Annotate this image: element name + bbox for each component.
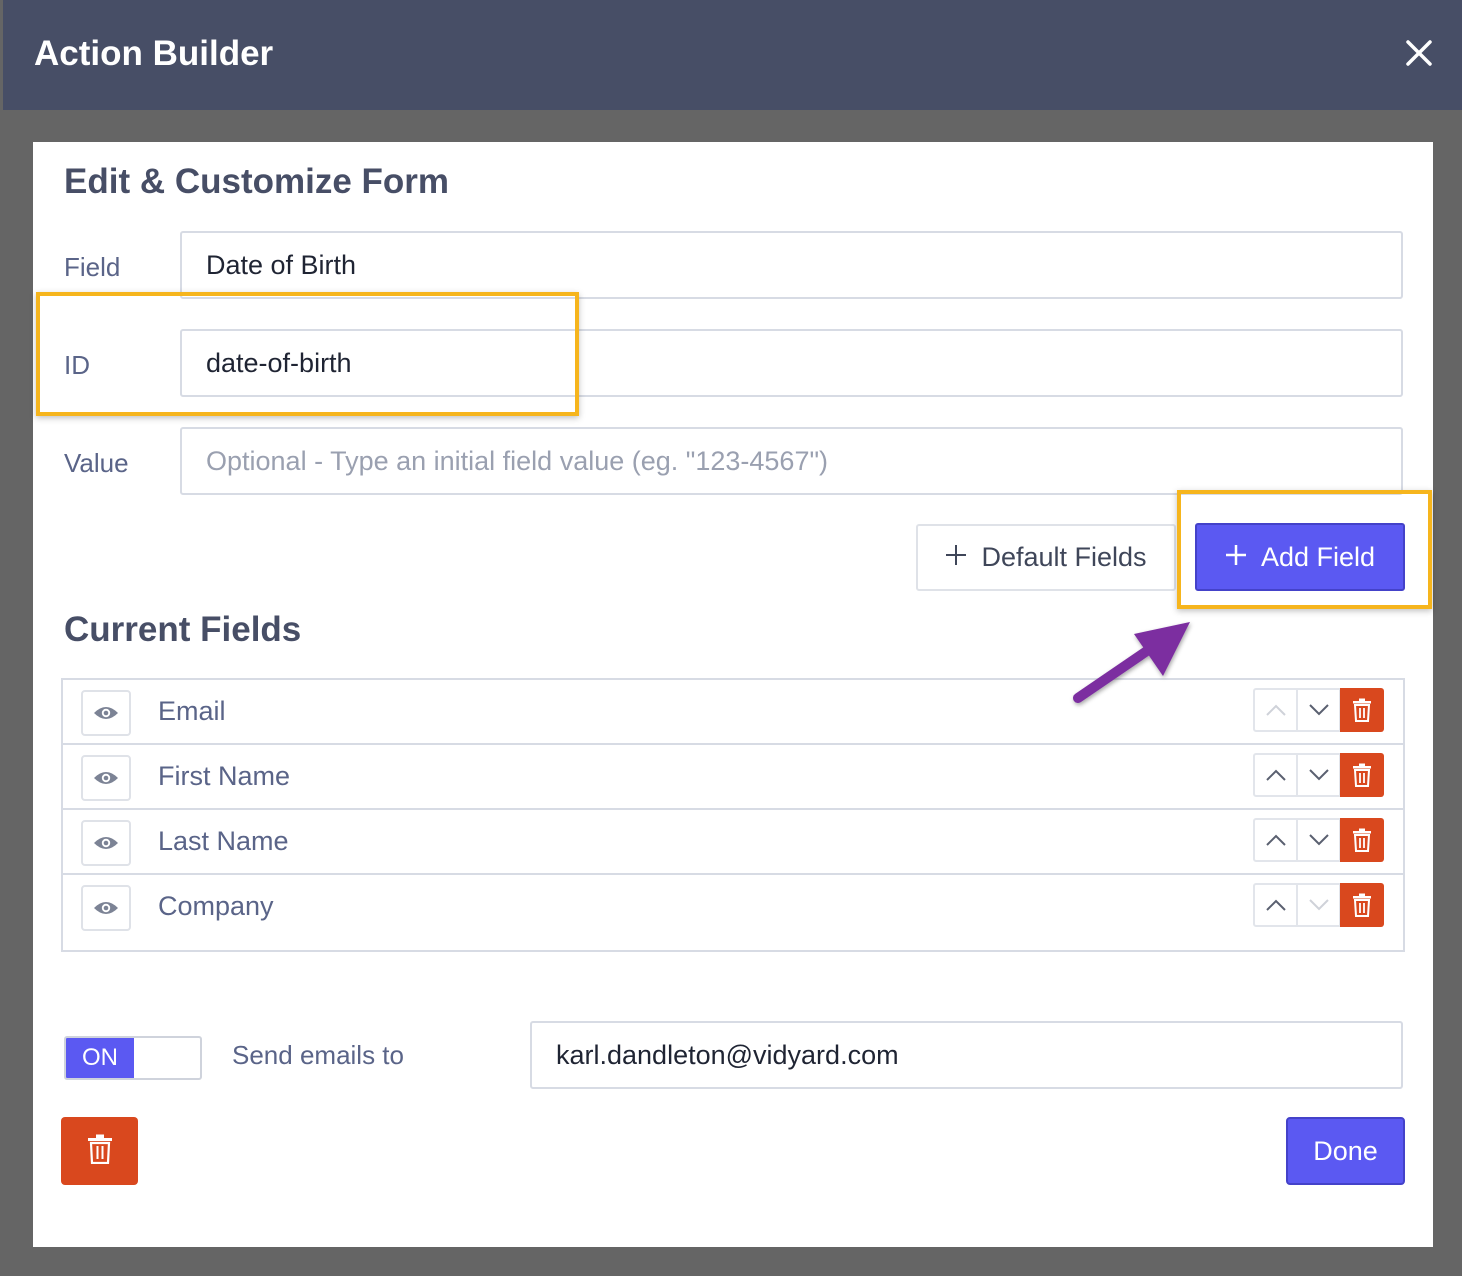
value-label: Value bbox=[64, 448, 129, 478]
eye-icon[interactable] bbox=[81, 690, 131, 736]
list-item: Company bbox=[63, 875, 1403, 950]
field-item-label: First Name bbox=[158, 761, 291, 791]
reorder-buttons bbox=[1253, 688, 1341, 732]
move-up-icon[interactable] bbox=[1255, 885, 1296, 925]
delete-action-button[interactable] bbox=[61, 1117, 138, 1185]
close-icon[interactable] bbox=[1399, 34, 1443, 74]
default-fields-button[interactable]: Default Fields bbox=[916, 524, 1176, 591]
list-item: Email bbox=[63, 680, 1403, 745]
field-item-label: Email bbox=[158, 696, 226, 726]
modal-title: Action Builder bbox=[34, 34, 274, 73]
move-down-icon[interactable] bbox=[1296, 690, 1339, 730]
list-item: Last Name bbox=[63, 810, 1403, 875]
default-fields-label: Default Fields bbox=[981, 542, 1147, 572]
move-up-icon[interactable] bbox=[1255, 820, 1296, 860]
id-label: ID bbox=[64, 350, 90, 380]
trash-icon[interactable] bbox=[1340, 753, 1384, 797]
field-label: Field bbox=[64, 252, 121, 282]
send-emails-label: Send emails to bbox=[232, 1040, 404, 1070]
email-input[interactable]: karl.dandleton@vidyard.com bbox=[530, 1021, 1403, 1089]
toggle-on-label: ON bbox=[66, 1038, 134, 1078]
trash-icon bbox=[87, 1134, 113, 1169]
plus-icon bbox=[945, 542, 967, 573]
trash-icon[interactable] bbox=[1340, 818, 1384, 862]
send-emails-toggle[interactable]: ON bbox=[64, 1036, 202, 1080]
current-fields-list: Email First Name Last Name Company bbox=[61, 678, 1405, 952]
reorder-buttons bbox=[1253, 753, 1341, 797]
field-item-label: Company bbox=[158, 891, 274, 921]
eye-icon[interactable] bbox=[81, 820, 131, 866]
reorder-buttons bbox=[1253, 883, 1341, 927]
value-input[interactable]: Optional - Type an initial field value (… bbox=[180, 427, 1403, 495]
add-field-button[interactable]: Add Field bbox=[1195, 523, 1405, 591]
plus-icon bbox=[1225, 542, 1247, 573]
done-button[interactable]: Done bbox=[1286, 1117, 1405, 1185]
trash-icon[interactable] bbox=[1340, 688, 1384, 732]
eye-icon[interactable] bbox=[81, 755, 131, 801]
form-panel: Edit & Customize Form Field Date of Birt… bbox=[33, 142, 1433, 1247]
list-item: First Name bbox=[63, 745, 1403, 810]
form-heading: Edit & Customize Form bbox=[64, 162, 450, 201]
eye-icon[interactable] bbox=[81, 885, 131, 931]
current-fields-heading: Current Fields bbox=[64, 610, 302, 649]
id-input[interactable]: date-of-birth bbox=[180, 329, 1403, 397]
modal-header: Action Builder bbox=[3, 0, 1462, 110]
move-up-icon[interactable] bbox=[1255, 755, 1296, 795]
move-down-icon[interactable] bbox=[1296, 885, 1339, 925]
reorder-buttons bbox=[1253, 818, 1341, 862]
move-up-icon[interactable] bbox=[1255, 690, 1296, 730]
field-name-input[interactable]: Date of Birth bbox=[180, 231, 1403, 299]
move-down-icon[interactable] bbox=[1296, 820, 1339, 860]
add-field-label: Add Field bbox=[1260, 541, 1376, 572]
move-down-icon[interactable] bbox=[1296, 755, 1339, 795]
trash-icon[interactable] bbox=[1340, 883, 1384, 927]
field-item-label: Last Name bbox=[158, 826, 289, 856]
